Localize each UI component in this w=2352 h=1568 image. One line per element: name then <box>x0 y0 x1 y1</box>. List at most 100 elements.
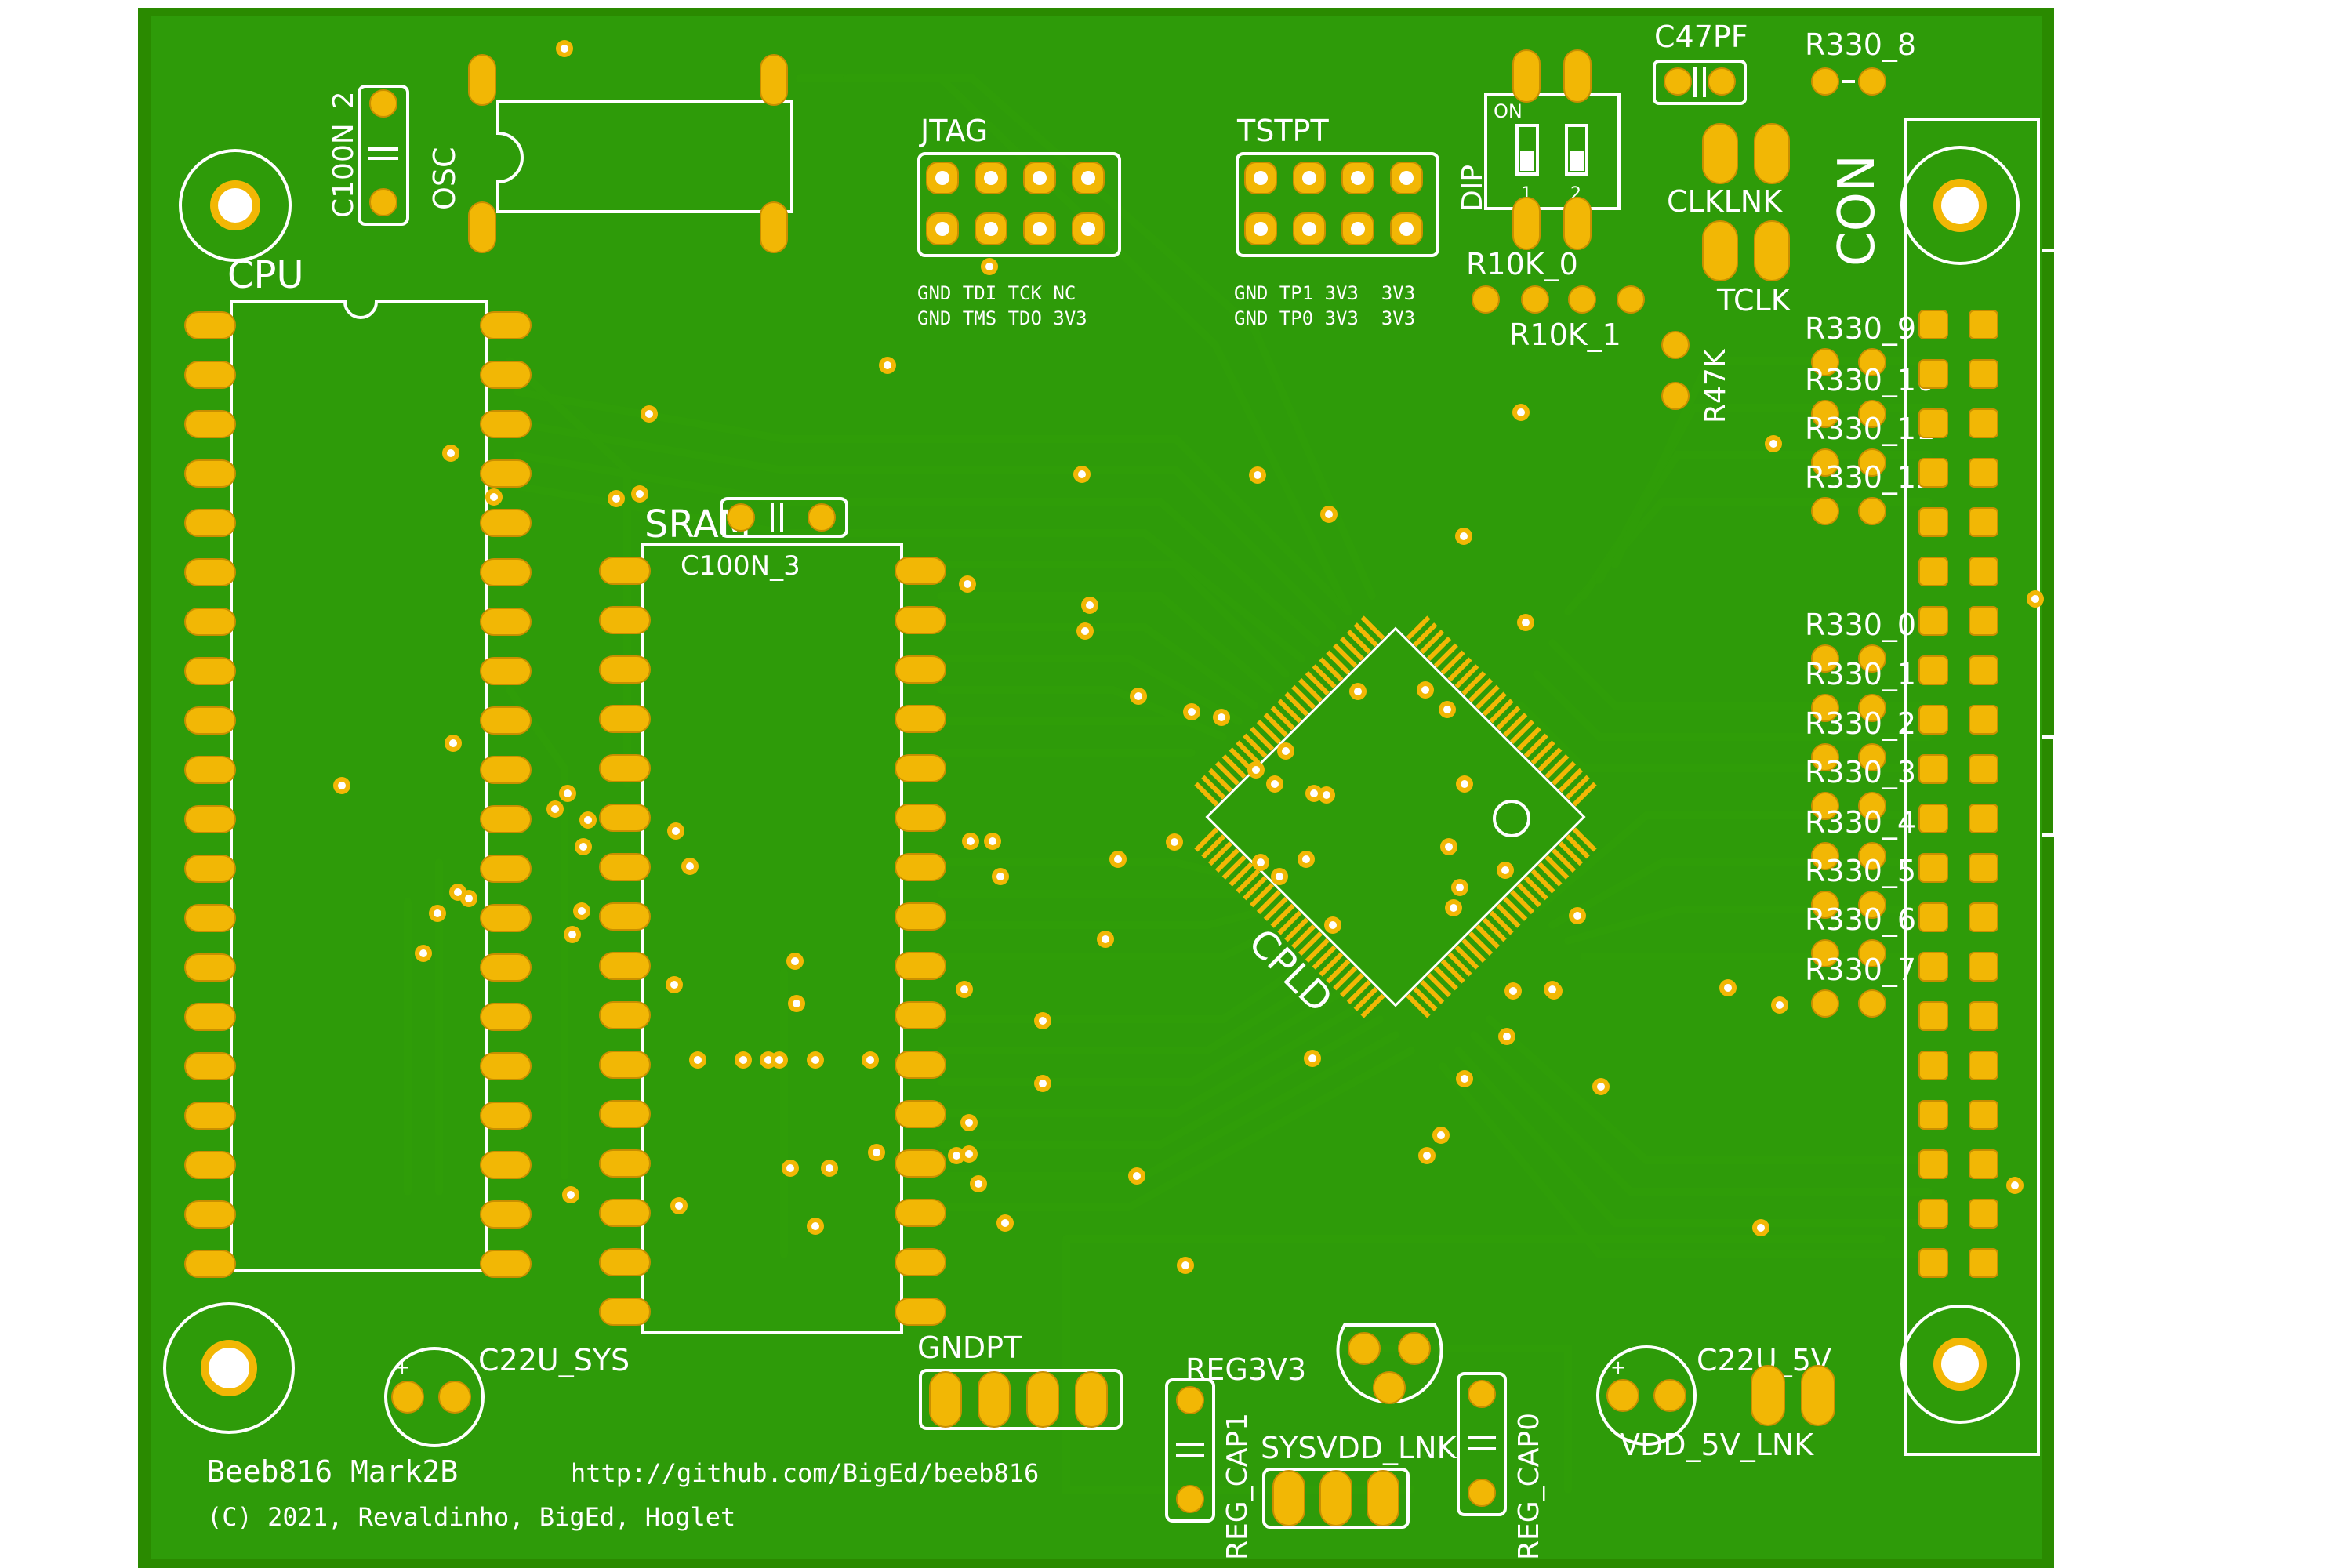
r330-9-label: R330_9 <box>1805 311 1916 346</box>
reg-cap0-label: REG_CAP0 <box>1513 1413 1545 1560</box>
sram-pin <box>599 853 651 881</box>
con-pin <box>1969 359 1998 389</box>
c100n-2-label: C100N_2 <box>328 91 360 218</box>
sram-pin <box>895 1149 946 1178</box>
sram-pin <box>599 1051 651 1079</box>
r330-3-label: R330_3 <box>1805 755 1916 789</box>
tstpt-label: TSTPT <box>1236 114 1329 148</box>
sram-pin <box>599 754 651 782</box>
sram-pin <box>895 853 946 881</box>
con-pin <box>1969 754 1998 784</box>
con-pin <box>1918 408 1948 438</box>
sram-pin <box>895 655 946 684</box>
cpu-pin <box>480 1052 532 1080</box>
sram-pin <box>599 952 651 980</box>
osc-label: OSC <box>427 147 462 210</box>
dip-on-label: ON <box>1494 100 1523 122</box>
cpu-pin <box>184 558 236 586</box>
con-pin <box>1969 853 1998 883</box>
r330-12-label: R330_12 <box>1805 460 1935 495</box>
r330-0-label: R330_0 <box>1805 608 1916 642</box>
cpu-pin <box>184 311 236 339</box>
con-pin <box>1918 1199 1948 1229</box>
svg-text:+: + <box>394 1356 410 1378</box>
sram-pin <box>599 1248 651 1276</box>
jtag-pins-row2: GND TMS TDO 3V3 <box>917 307 1087 329</box>
con-pin <box>1918 655 1948 685</box>
tstpt-pins-row2: GND TP0 3V3 3V3 <box>1234 307 1415 329</box>
sram-pin <box>599 557 651 585</box>
vdd-5v-lnk-label: VDD_5V_LNK <box>1620 1428 1814 1462</box>
gndpt-label: GNDPT <box>917 1330 1022 1365</box>
cpu-pin <box>184 459 236 488</box>
cpu-pin <box>184 756 236 784</box>
cpu-pin <box>184 1052 236 1080</box>
cpu-label: CPU <box>227 253 304 297</box>
con-pin <box>1918 754 1948 784</box>
sram-pin <box>895 1248 946 1276</box>
c47pf-label: C47PF <box>1654 20 1748 54</box>
cpu-pin <box>184 657 236 685</box>
c22u-sys-label: C22U_SYS <box>478 1343 630 1377</box>
con-pin <box>1969 1100 1998 1130</box>
sram-pin <box>895 606 946 634</box>
cpu-pin <box>184 410 236 438</box>
cpu-pin <box>184 361 236 389</box>
r10k-1-label: R10K_1 <box>1509 318 1621 352</box>
con-pin <box>1969 804 1998 833</box>
cpu-pin <box>184 953 236 982</box>
cpu-pin <box>480 904 532 932</box>
r47k-label: R47K <box>1700 348 1732 423</box>
con-pin <box>1969 1001 1998 1031</box>
con-pin <box>1969 655 1998 685</box>
board-url: http://github.com/BigEd/beeb816 <box>571 1458 1039 1488</box>
board-title: Beeb816 Mark2B <box>207 1454 458 1489</box>
board-copyright: (C) 2021, Revaldinho, BigEd, Hoglet <box>207 1502 735 1532</box>
con-pin <box>1918 804 1948 833</box>
pcb-board: OSC C100N_2 CPU SRAM C100N_3 JTAG GND TD… <box>138 0 2352 1568</box>
sram-pin <box>599 606 651 634</box>
sram-pin <box>895 1100 946 1128</box>
sram-pin <box>895 902 946 931</box>
con-pin <box>1918 1100 1948 1130</box>
con-pin <box>1918 902 1948 932</box>
cpu-pin <box>184 509 236 537</box>
con-pin <box>1918 952 1948 982</box>
cpu-pin <box>184 608 236 636</box>
sram-pin <box>599 1001 651 1029</box>
cpu-pin <box>184 706 236 735</box>
con-pin <box>1969 310 1998 339</box>
cpu-pin <box>480 657 532 685</box>
jtag-pins-row1: GND TDI TCK NC <box>917 282 1076 304</box>
reg-cap1-label: REG_CAP1 <box>1221 1413 1254 1560</box>
con-pin <box>1918 359 1948 389</box>
svg-text:+: + <box>1610 1356 1626 1378</box>
cpu-pin <box>184 904 236 932</box>
r330-2-label: R330_2 <box>1805 706 1916 741</box>
con-pin <box>1969 902 1998 932</box>
con-pin <box>1918 507 1948 537</box>
sram-pin <box>895 1298 946 1326</box>
sram-pin <box>895 754 946 782</box>
tclk-label: TCLK <box>1716 283 1791 318</box>
con-pin <box>1918 705 1948 735</box>
con-pin <box>1918 1248 1948 1278</box>
dip-label: DIP <box>1457 165 1489 212</box>
sysvdd-lnk-label: SYSVDD_LNK <box>1261 1431 1457 1465</box>
sram-pin <box>599 902 651 931</box>
cpu-pin <box>480 1151 532 1179</box>
cpu-pin <box>480 1003 532 1031</box>
cpu-pin <box>480 953 532 982</box>
cpu-pin <box>480 311 532 339</box>
con-pin <box>1918 853 1948 883</box>
reg3v3-label: REG3V3 <box>1185 1352 1306 1387</box>
con-pin <box>1918 310 1948 339</box>
cpu-pin <box>480 608 532 636</box>
con-pin <box>1969 458 1998 488</box>
con-pin <box>1918 606 1948 636</box>
cpu-pin <box>480 509 532 537</box>
sram-pin <box>895 557 946 585</box>
con-label: CON <box>1828 154 1886 267</box>
r330-8-label: R330_8 <box>1805 27 1916 62</box>
tstpt-pins-row1: GND TP1 3V3 3V3 <box>1234 282 1415 304</box>
